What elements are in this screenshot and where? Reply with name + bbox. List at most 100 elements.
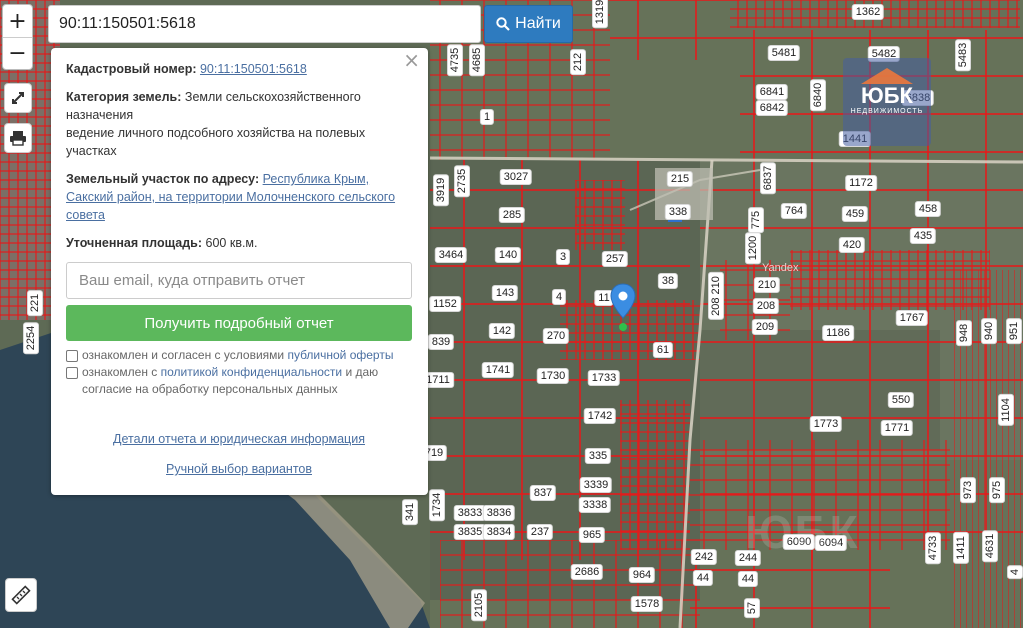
plot-number-label[interactable]: 837: [529, 485, 557, 501]
plot-number-label[interactable]: 57: [744, 597, 760, 619]
plot-number-label[interactable]: 1: [479, 109, 495, 125]
plot-number-label[interactable]: 940: [981, 317, 997, 345]
plot-number-label[interactable]: 5483: [955, 38, 971, 72]
email-input[interactable]: [66, 262, 412, 299]
plot-number-label[interactable]: 341: [402, 498, 418, 526]
plot-number-label[interactable]: 142: [488, 323, 516, 339]
report-details-link[interactable]: Детали отчета и юридическая информация: [113, 432, 365, 446]
plot-number-label[interactable]: 459: [841, 206, 869, 222]
plot-number-label[interactable]: 2105: [471, 588, 487, 622]
plot-number-label[interactable]: 270: [542, 328, 570, 344]
plot-number-label[interactable]: 335: [584, 448, 612, 464]
plot-number-label[interactable]: 2254: [23, 321, 39, 355]
plot-number-label[interactable]: 948: [956, 319, 972, 347]
ruler-button[interactable]: [5, 578, 37, 612]
plot-number-label[interactable]: 3: [555, 249, 571, 265]
plot-number-label[interactable]: 839: [427, 334, 455, 350]
plot-number-label[interactable]: 3919: [433, 173, 449, 207]
plot-number-label[interactable]: 1411: [953, 532, 969, 564]
plot-number-label[interactable]: 143: [491, 285, 519, 301]
plot-number-label[interactable]: 1319: [592, 0, 608, 29]
fullscreen-button[interactable]: [4, 83, 32, 113]
plot-number-label[interactable]: 975: [989, 476, 1005, 504]
search-button[interactable]: Найти: [484, 5, 573, 43]
manual-select-link[interactable]: Ручной выбор вариантов: [166, 462, 312, 476]
plot-number-label[interactable]: 1734: [429, 488, 445, 522]
plot-number-label[interactable]: 215: [666, 171, 694, 187]
plot-number-label[interactable]: 4685: [469, 43, 485, 77]
plot-number-label[interactable]: 1200: [745, 231, 761, 265]
plot-number-label[interactable]: 458: [914, 201, 942, 217]
plot-number-label[interactable]: 1730: [536, 368, 570, 384]
plot-number-label[interactable]: 1578: [630, 596, 664, 612]
plot-number-label[interactable]: 3339: [579, 477, 613, 493]
zoom-in-button[interactable]: +: [3, 5, 32, 37]
plot-number-label[interactable]: 3464: [434, 247, 468, 263]
close-icon[interactable]: ×: [403, 50, 420, 70]
plot-number-label[interactable]: 1186: [822, 325, 854, 341]
plot-number-label[interactable]: 3835: [453, 524, 487, 540]
plot-number-label[interactable]: 210: [753, 277, 781, 293]
plot-number-label[interactable]: 6842: [755, 100, 789, 116]
plot-number-label[interactable]: 257: [601, 251, 629, 267]
plot-number-label[interactable]: 3833: [453, 505, 487, 521]
plot-number-label[interactable]: 775: [748, 206, 764, 234]
plot-number-label[interactable]: 3338: [578, 497, 612, 513]
plot-number-label[interactable]: 1733: [587, 370, 621, 386]
location-pin-icon[interactable]: [610, 283, 636, 333]
plot-number-label[interactable]: 6837: [760, 161, 776, 195]
plot-number-label[interactable]: 44: [737, 571, 759, 587]
plot-number-label[interactable]: 3027: [499, 169, 533, 185]
plot-number-label[interactable]: 5481: [767, 45, 801, 61]
zoom-out-button[interactable]: −: [3, 37, 32, 69]
plot-number-label[interactable]: 4: [1007, 564, 1023, 580]
plot-number-label[interactable]: 61: [652, 342, 674, 358]
plot-number-label[interactable]: 4735: [447, 43, 463, 77]
plot-number-label[interactable]: 965: [578, 527, 606, 543]
plot-number-label[interactable]: 964: [628, 567, 656, 583]
plot-number-label[interactable]: 285: [498, 207, 526, 223]
plot-number-label[interactable]: 764: [780, 203, 808, 219]
plot-number-label[interactable]: 435: [909, 228, 937, 244]
plot-number-label[interactable]: 420: [838, 237, 866, 253]
plot-number-label[interactable]: 6840: [810, 78, 826, 112]
plot-number-label[interactable]: 1771: [880, 420, 914, 436]
plot-number-label[interactable]: 1152: [429, 296, 461, 312]
plot-number-label[interactable]: 237: [526, 524, 554, 540]
public-offer-link[interactable]: публичной оферты: [287, 348, 393, 362]
plot-number-label[interactable]: 951: [1006, 317, 1022, 345]
print-button[interactable]: [4, 123, 32, 153]
get-report-button[interactable]: Получить подробный отчет: [66, 305, 412, 341]
plot-number-label[interactable]: 208 210: [708, 272, 724, 320]
cadastral-number-link[interactable]: 90:11:150501:5618: [200, 62, 307, 76]
plot-number-label[interactable]: 3836: [482, 505, 516, 521]
plot-number-label[interactable]: 1741: [481, 362, 515, 378]
plot-number-label[interactable]: 212: [570, 48, 586, 76]
plot-number-label[interactable]: 38: [657, 273, 679, 289]
plot-number-label[interactable]: 1767: [895, 310, 929, 326]
plot-number-label[interactable]: 44: [692, 570, 714, 586]
plot-number-label[interactable]: 338: [664, 204, 692, 220]
plot-number-label[interactable]: 4733: [925, 531, 941, 565]
plot-number-label[interactable]: 209: [751, 319, 779, 335]
plot-number-label[interactable]: 2735: [454, 164, 470, 198]
plot-number-label[interactable]: 4: [551, 289, 567, 305]
privacy-consent-checkbox[interactable]: [66, 367, 78, 379]
plot-number-label[interactable]: 973: [960, 476, 976, 504]
plot-number-label[interactable]: 221: [27, 289, 43, 317]
plot-number-label[interactable]: 4631: [982, 529, 998, 563]
plot-number-label[interactable]: 6841: [755, 84, 789, 100]
plot-number-label[interactable]: 242: [690, 549, 718, 565]
plot-number-label[interactable]: 1104: [998, 394, 1014, 426]
plot-number-label[interactable]: 550: [887, 392, 915, 408]
cadastral-search-input[interactable]: [48, 5, 481, 43]
plot-number-label[interactable]: 1773: [809, 416, 843, 432]
plot-number-label[interactable]: 1742: [583, 408, 617, 424]
offer-consent-checkbox[interactable]: [66, 350, 78, 362]
plot-number-label[interactable]: 3834: [482, 524, 516, 540]
privacy-policy-link[interactable]: политикой конфиденциальности: [161, 365, 342, 379]
plot-number-label[interactable]: 2686: [570, 564, 604, 580]
plot-number-label[interactable]: 208: [752, 298, 780, 314]
plot-number-label[interactable]: 140: [494, 247, 522, 263]
plot-number-label[interactable]: 1172: [845, 175, 877, 191]
